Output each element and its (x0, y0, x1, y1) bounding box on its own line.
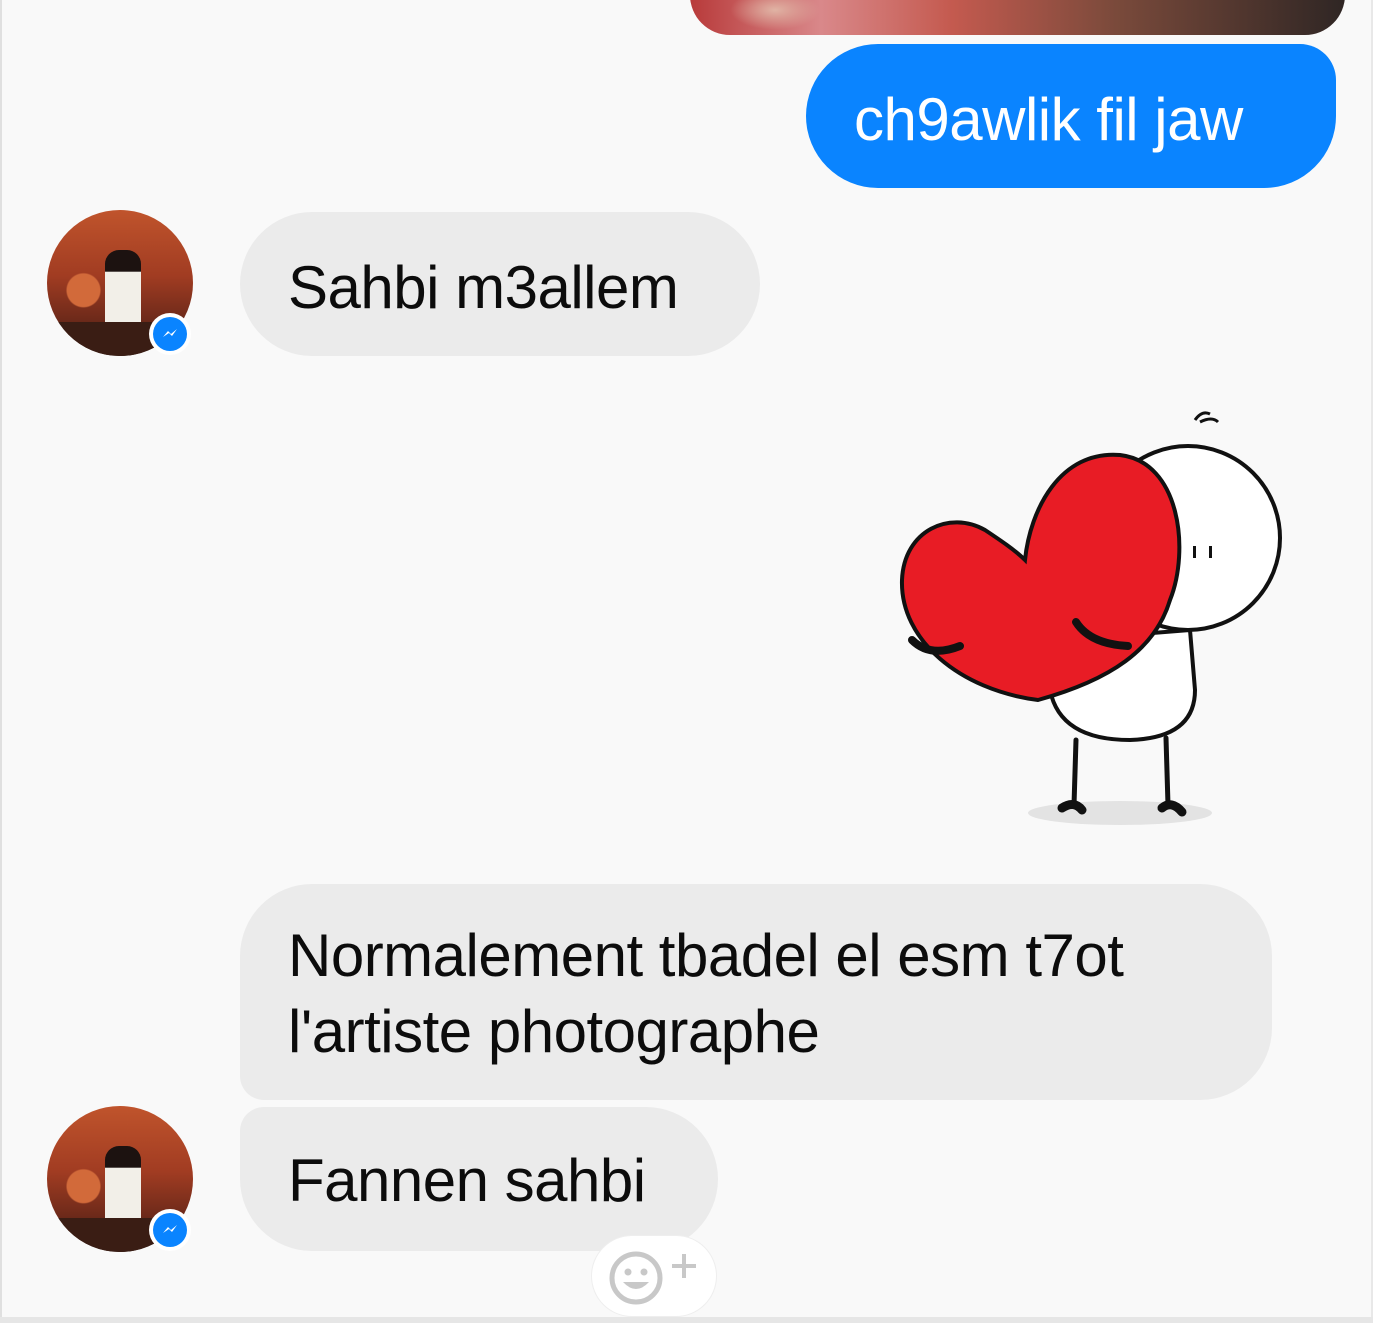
screen-edge-left (0, 0, 2, 1323)
messenger-badge-icon (149, 313, 191, 355)
add-reaction-button[interactable] (592, 1236, 716, 1316)
message-text: Fannen sahbi (288, 1147, 646, 1214)
heart-hug-sticker[interactable] (890, 400, 1290, 840)
sent-message-bubble[interactable]: ch9awlik fil jaw (806, 44, 1336, 188)
message-text: Sahbi m3allem (288, 254, 679, 321)
received-message-bubble[interactable]: Fannen sahbi (240, 1107, 718, 1251)
received-message-bubble[interactable]: Normalement tbadel el esm t7ot l'artiste… (240, 884, 1272, 1100)
message-text-line: Normalement tbadel el esm t7ot (288, 922, 1124, 989)
received-message-bubble[interactable]: Sahbi m3allem (240, 212, 760, 356)
screen-edge-bottom (0, 1317, 1373, 1323)
messenger-badge-icon (149, 1209, 191, 1251)
message-text-line: l'artiste photographe (288, 998, 820, 1065)
shared-photo-message[interactable] (690, 0, 1345, 35)
add-reaction-icon (609, 1251, 696, 1305)
message-text: ch9awlik fil jaw (854, 86, 1243, 153)
